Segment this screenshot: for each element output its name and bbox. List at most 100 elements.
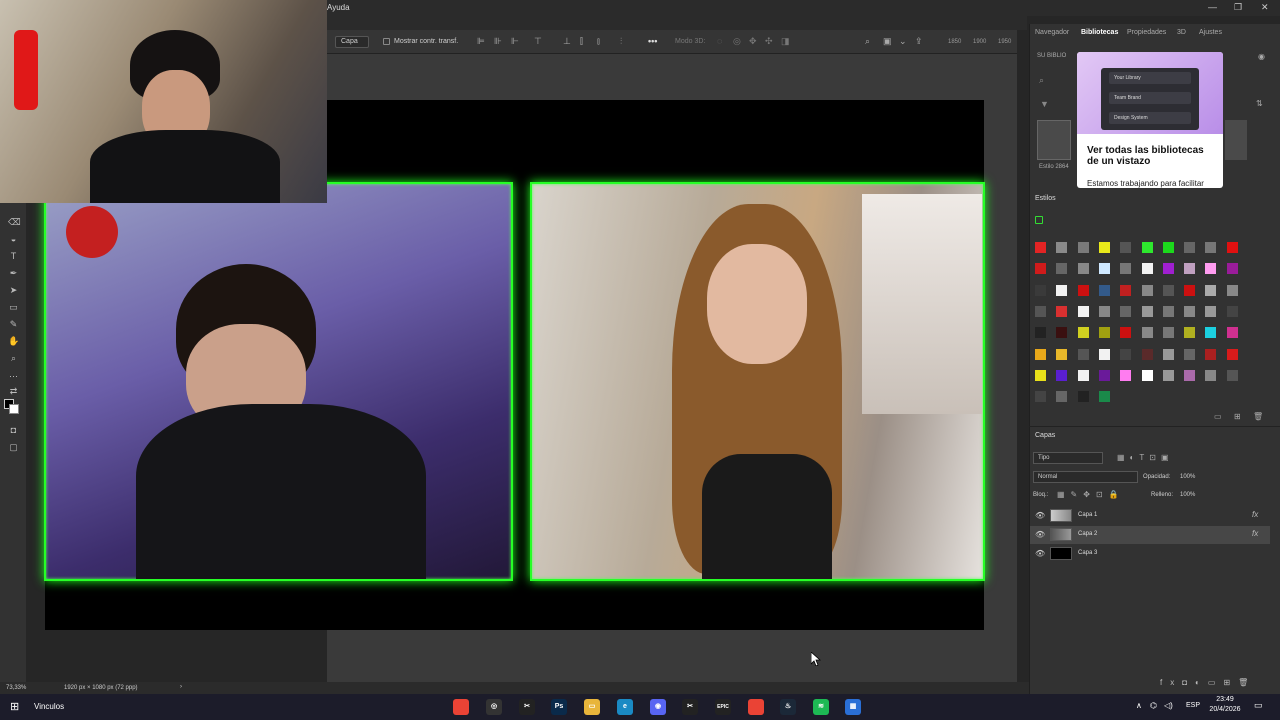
align-left-icon[interactable]: ⊫ — [477, 36, 487, 47]
tab-libraries[interactable]: Bibliotecas — [1081, 29, 1118, 36]
minimize-icon[interactable]: — — [1208, 2, 1217, 12]
trash-icon[interactable]: 🗑 — [1253, 412, 1263, 421]
style-swatch[interactable] — [1205, 327, 1217, 339]
style-swatch[interactable] — [1162, 348, 1174, 360]
search-icon[interactable]: ⌕ — [865, 36, 875, 47]
style-swatch[interactable] — [1226, 263, 1238, 275]
style-swatch[interactable] — [1162, 263, 1174, 275]
library-style-thumbnail[interactable] — [1037, 120, 1071, 160]
blend-mode-dropdown[interactable]: Normal — [1033, 471, 1138, 483]
style-swatch[interactable] — [1077, 348, 1089, 360]
zoom-icon[interactable]: ⌕ — [8, 353, 19, 364]
filter-icons[interactable]: ▦◐T⊡▣ — [1117, 453, 1174, 462]
style-swatch[interactable] — [1056, 348, 1068, 360]
bucket-icon[interactable]: ◒ — [8, 234, 19, 245]
tab-3d[interactable]: 3D — [1177, 29, 1186, 36]
lock-icons[interactable]: ▦✎✥⊡🔒 — [1057, 490, 1125, 499]
layer-row[interactable]: 👁 Capa 2 fx — [1030, 526, 1270, 544]
visibility-icon[interactable]: 👁 — [1035, 511, 1045, 520]
epic-icon[interactable]: EPIC — [715, 699, 731, 715]
style-swatch[interactable] — [1035, 284, 1046, 296]
swap-colors-icon[interactable]: ⇄ — [8, 386, 19, 397]
chevron-right-icon[interactable]: › — [180, 684, 182, 690]
layer-row[interactable]: 👁 Capa 1 fx — [1030, 507, 1270, 525]
auto-select-dropdown[interactable]: Capa — [335, 36, 369, 48]
eraser-icon[interactable]: ⌫ — [8, 217, 21, 228]
more-icon[interactable]: ••• — [648, 36, 658, 47]
style-swatch[interactable] — [1077, 391, 1089, 403]
style-swatch[interactable] — [1098, 284, 1110, 296]
style-swatch[interactable] — [1077, 284, 1089, 296]
network-icon[interactable]: ⌬ — [1150, 701, 1157, 710]
layer-filter-dropdown[interactable]: Tipo — [1033, 452, 1103, 464]
style-swatch[interactable] — [1098, 305, 1110, 317]
libraries-popup[interactable]: Your Library Team Brand Design System Ve… — [1077, 52, 1223, 188]
distribute-h-icon[interactable]: ⫶ — [620, 36, 630, 47]
style-swatch[interactable] — [1035, 391, 1046, 403]
style-icon[interactable] — [1035, 216, 1043, 224]
eyedropper-icon[interactable]: ✎ — [8, 319, 19, 330]
zoom-level[interactable]: 73,33% — [6, 685, 26, 691]
clock-date[interactable]: 20/4/2026 — [1204, 706, 1246, 713]
style-swatch[interactable] — [1098, 263, 1110, 275]
chrome-icon[interactable] — [453, 699, 469, 715]
tab-properties[interactable]: Propiedades — [1127, 29, 1166, 36]
transform-controls-checkbox[interactable] — [383, 38, 390, 45]
roll-3d-icon[interactable]: ◎ — [733, 36, 743, 47]
style-swatch[interactable] — [1077, 369, 1089, 381]
align-center-icon[interactable]: ⊪ — [494, 36, 504, 47]
style-swatch[interactable] — [1056, 284, 1068, 296]
style-swatch[interactable] — [1184, 369, 1196, 381]
style-swatch[interactable] — [1035, 348, 1046, 360]
language-label[interactable]: ESP — [1186, 702, 1200, 709]
clock-time[interactable]: 23:49 — [1212, 696, 1238, 703]
path-select-icon[interactable]: ➤ — [8, 285, 19, 296]
style-swatch[interactable] — [1205, 284, 1217, 296]
style-swatch[interactable] — [1226, 369, 1238, 381]
windows-start-icon[interactable]: ⊞ — [10, 700, 19, 713]
filter-icon[interactable]: ▼ — [1040, 99, 1049, 109]
app-icon[interactable]: ▦ — [845, 699, 861, 715]
style-swatch[interactable] — [1141, 263, 1153, 275]
style-swatch[interactable] — [1141, 305, 1153, 317]
fill-value[interactable]: 100% — [1180, 492, 1195, 498]
align-vcenter-icon[interactable]: ⊥ — [563, 36, 573, 47]
shape-icon[interactable]: ▭ — [8, 302, 19, 313]
tab-navigator[interactable]: Navegador — [1035, 29, 1069, 36]
style-swatch[interactable] — [1205, 348, 1217, 360]
spotify-icon[interactable]: ≋ — [813, 699, 829, 715]
style-swatch[interactable] — [1120, 242, 1132, 253]
style-swatch[interactable] — [1056, 305, 1068, 317]
maximize-icon[interactable]: ❐ — [1234, 2, 1242, 13]
sort-icon[interactable]: ⇅ — [1256, 99, 1263, 108]
style-swatch[interactable] — [1205, 369, 1217, 381]
chevron-up-icon[interactable]: ∧ — [1136, 701, 1142, 710]
style-swatch[interactable] — [1035, 242, 1046, 253]
style-swatch[interactable] — [1205, 242, 1217, 253]
style-swatch[interactable] — [1077, 263, 1089, 275]
style-swatch[interactable] — [1184, 348, 1196, 360]
style-swatch[interactable] — [1098, 391, 1110, 403]
visibility-icon[interactable]: 👁 — [1035, 530, 1045, 539]
orbit-3d-icon[interactable]: ◌ — [717, 36, 727, 47]
capcut-icon[interactable]: ✂ — [519, 699, 535, 715]
opacity-value[interactable]: 100% — [1180, 474, 1195, 480]
libraries-back-link[interactable]: SU BIBLIO — [1037, 53, 1066, 59]
layer-fx-icon[interactable]: fx — [1252, 529, 1258, 538]
layer-row[interactable]: 👁 Capa 3 — [1030, 545, 1270, 563]
layer-actions-icons[interactable]: fx◘◐▭⊞🗑 — [1160, 678, 1256, 687]
style-swatch[interactable] — [1226, 305, 1238, 317]
taskbar-links-label[interactable]: Vinculos — [34, 702, 64, 711]
quick-mask-icon[interactable]: ◘ — [8, 425, 19, 436]
style-swatch[interactable] — [1098, 369, 1110, 381]
screen-mode-icon[interactable]: ▢ — [8, 442, 19, 453]
style-swatch[interactable] — [1120, 305, 1132, 317]
style-swatch[interactable] — [1120, 263, 1132, 275]
photoshop-icon[interactable]: Ps — [551, 699, 567, 715]
style-swatch[interactable] — [1162, 284, 1174, 296]
style-swatch[interactable] — [1056, 369, 1068, 381]
library-style-thumbnail[interactable] — [1225, 120, 1247, 160]
volume-icon[interactable]: ◁) — [1164, 701, 1173, 710]
style-swatch[interactable] — [1035, 305, 1046, 317]
style-swatch[interactable] — [1120, 348, 1132, 360]
